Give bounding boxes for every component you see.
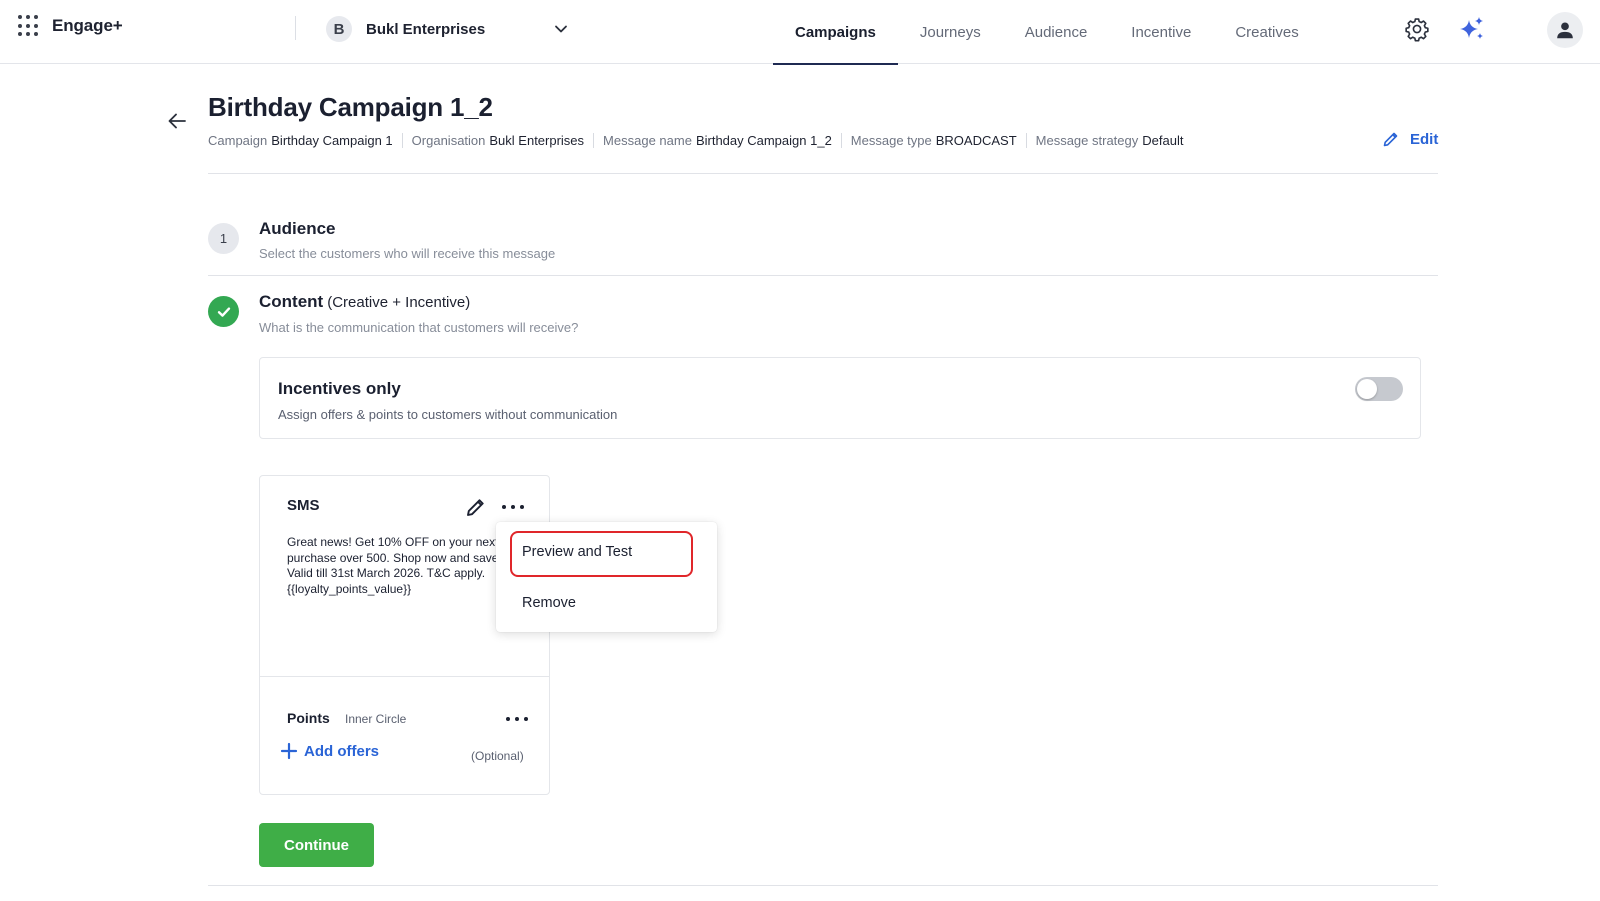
organisation-switcher[interactable]: B Bukl Enterprises <box>326 14 576 44</box>
optional-label: (Optional) <box>471 749 524 763</box>
brand-logo-text: Engage+ <box>52 16 123 35</box>
campaign-meta-row: Campaign Birthday Campaign 1 Organisatio… <box>208 133 1201 148</box>
pencil-icon <box>1383 132 1398 147</box>
edit-button[interactable]: Edit <box>1382 130 1438 148</box>
meta-value: Default <box>1142 133 1184 148</box>
meta-value: Birthday Campaign 1_2 <box>695 133 832 148</box>
meta-label: Message strategy <box>1035 133 1139 148</box>
incentives-only-card: Incentives only Assign offers & points t… <box>259 357 1421 439</box>
settings-icon[interactable] <box>1404 16 1430 42</box>
meta-label: Message type <box>850 133 932 148</box>
edit-label: Edit <box>1410 130 1439 148</box>
meta-label: Organisation <box>411 133 486 148</box>
organisation-avatar: B <box>326 16 352 42</box>
chevron-down-icon[interactable] <box>554 22 568 36</box>
plus-icon <box>280 742 298 760</box>
organisation-name: Bukl Enterprises <box>366 20 486 38</box>
tab-incentive[interactable]: Incentive <box>1109 0 1213 64</box>
meta-value: Bukl Enterprises <box>489 133 585 148</box>
incentives-only-title: Incentives only <box>278 379 401 398</box>
add-offers-button[interactable]: Add offers <box>280 742 379 760</box>
bottom-divider <box>208 885 1438 886</box>
points-program-name: Inner Circle <box>345 712 407 726</box>
meta-message-type: Message type BROADCAST <box>851 133 1027 148</box>
pencil-icon[interactable] <box>465 496 487 518</box>
meta-value: BROADCAST <box>935 133 1017 148</box>
step-subtitle-audience: Select the customers who will receive th… <box>259 246 556 261</box>
meta-campaign: Campaign Birthday Campaign 1 <box>208 133 403 148</box>
content-title-text: Content <box>259 292 324 311</box>
step-complete-badge <box>208 296 239 327</box>
step-number-badge: 1 <box>208 223 239 254</box>
step-title-audience[interactable]: Audience <box>259 219 336 239</box>
nav-divider <box>295 16 296 40</box>
more-horizontal-icon[interactable] <box>500 498 526 516</box>
tab-creatives[interactable]: Creatives <box>1213 0 1320 64</box>
sparkle-icon[interactable] <box>1458 15 1486 43</box>
top-navigation-bar: Engage+ B Bukl Enterprises Campaigns Jou… <box>0 0 1600 65</box>
toggle-knob <box>1357 379 1377 399</box>
content-title-suffix: (Creative + Incentive) <box>327 294 471 311</box>
user-profile-icon[interactable] <box>1547 12 1583 48</box>
step-subtitle-content: What is the communication that customers… <box>259 320 579 335</box>
step-title-content: Content (Creative + Incentive) <box>259 292 470 312</box>
step-divider <box>208 275 1438 276</box>
meta-label: Message name <box>603 133 692 148</box>
check-icon <box>217 306 230 317</box>
more-horizontal-icon[interactable] <box>504 710 530 728</box>
meta-message-name: Message name Birthday Campaign 1_2 <box>603 133 842 148</box>
back-arrow-icon[interactable] <box>166 110 188 132</box>
sms-card-title: SMS <box>287 497 320 514</box>
tab-journeys[interactable]: Journeys <box>898 0 1003 64</box>
add-offers-label: Add offers <box>304 742 379 760</box>
header-divider <box>208 173 1438 174</box>
tab-audience[interactable]: Audience <box>1003 0 1110 64</box>
incentives-only-toggle[interactable] <box>1355 377 1403 401</box>
continue-button[interactable]: Continue <box>259 823 374 867</box>
page-title: Birthday Campaign 1_2 <box>208 92 493 122</box>
sms-context-menu: Preview and Test Remove <box>496 522 717 632</box>
apps-grid-icon[interactable] <box>18 15 40 37</box>
points-label: Points <box>287 710 330 726</box>
meta-label: Campaign <box>208 133 268 148</box>
meta-value: Birthday Campaign 1 <box>271 133 393 148</box>
menu-item-preview-and-test[interactable]: Preview and Test <box>522 544 632 560</box>
meta-message-strategy: Message strategy Default <box>1036 133 1193 148</box>
person-icon <box>1557 22 1573 39</box>
menu-item-remove[interactable]: Remove <box>522 595 576 611</box>
main-nav-tabs: Campaigns Journeys Audience Incentive Cr… <box>773 0 1321 65</box>
meta-organisation: Organisation Bukl Enterprises <box>411 133 595 148</box>
incentives-only-subtitle: Assign offers & points to customers with… <box>278 407 618 422</box>
tab-campaigns[interactable]: Campaigns <box>773 0 898 65</box>
card-separator <box>260 676 549 677</box>
